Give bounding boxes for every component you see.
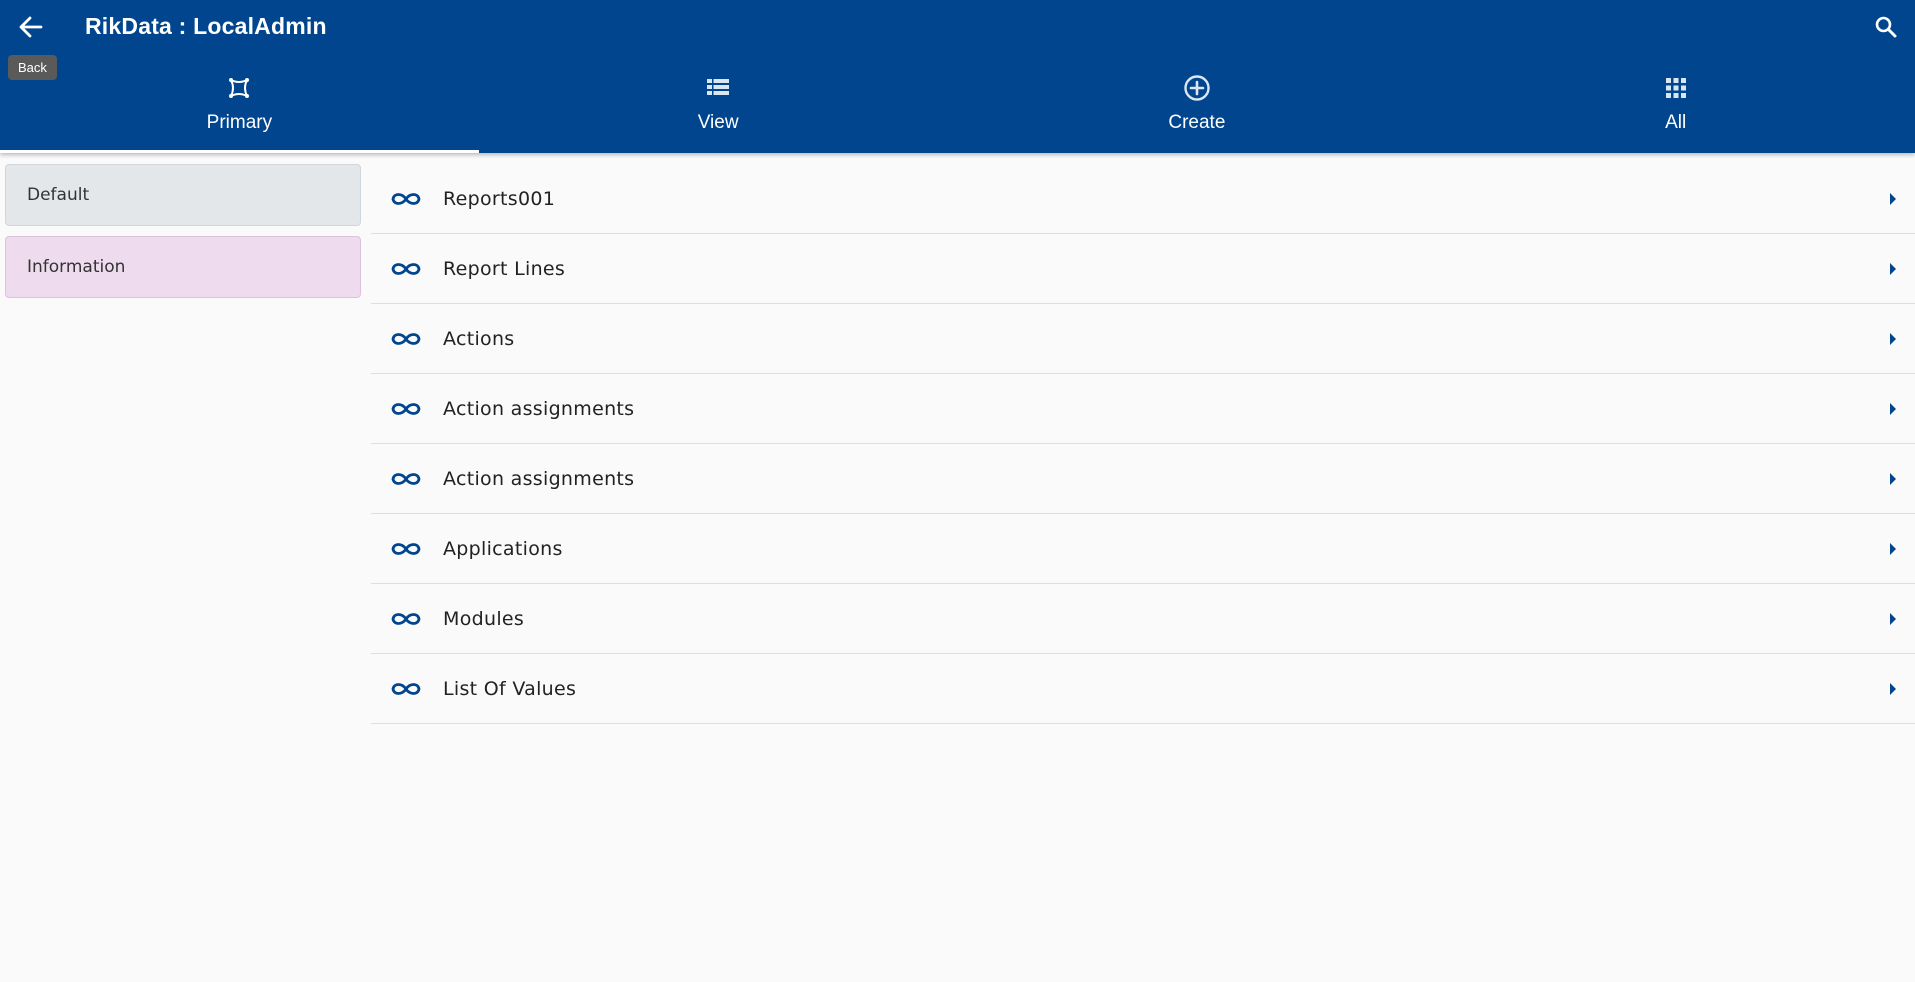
list-item[interactable]: List Of Values — [371, 654, 1915, 724]
link-icon — [391, 402, 421, 415]
app-root: RikData : LocalAdmin Back Primary View C… — [0, 0, 1915, 982]
sidebar-item-default[interactable]: Default — [5, 164, 361, 226]
link-list: Reports001 Report Lines Actions Action a… — [371, 164, 1915, 724]
tab-all[interactable]: All — [1436, 64, 1915, 153]
tab-label: Create — [1168, 112, 1226, 133]
list-item[interactable]: Reports001 — [371, 164, 1915, 234]
tab-create[interactable]: Create — [958, 64, 1437, 153]
sidebar-item-information[interactable]: Information — [5, 236, 361, 298]
chevron-right-icon — [1890, 192, 1896, 205]
list-item[interactable]: Actions — [371, 304, 1915, 374]
link-icon — [391, 262, 421, 275]
link-icon — [391, 472, 421, 485]
search-icon — [1875, 16, 1897, 38]
link-icon — [391, 332, 421, 345]
plus-circle-icon — [1184, 75, 1210, 101]
link-icon — [391, 192, 421, 205]
list-item[interactable]: Modules — [371, 584, 1915, 654]
back-button[interactable] — [14, 12, 48, 42]
list-item-label: Report Lines — [443, 257, 566, 280]
list-item-label: Reports001 — [443, 187, 556, 210]
tab-primary[interactable]: Primary — [0, 64, 479, 153]
list-item-label: Modules — [443, 607, 525, 630]
chevron-right-icon — [1890, 332, 1896, 345]
tab-label: View — [697, 112, 739, 133]
search-button[interactable] — [1869, 10, 1903, 44]
list-item-label: Action assignments — [443, 397, 635, 420]
arrow-left-icon — [19, 16, 43, 38]
chevron-right-icon — [1890, 262, 1896, 275]
chevron-right-icon — [1890, 542, 1896, 555]
list-item-label: List Of Values — [443, 677, 577, 700]
chevron-right-icon — [1890, 472, 1896, 485]
app-title: RikData : LocalAdmin — [85, 13, 327, 39]
list-item[interactable]: Action assignments — [371, 374, 1915, 444]
app-header: RikData : LocalAdmin Back Primary View C… — [0, 0, 1915, 153]
list-item[interactable]: Action assignments — [371, 444, 1915, 514]
sidebar-item-label: Information — [27, 257, 126, 277]
tab-view[interactable]: View — [479, 64, 958, 153]
chevron-right-icon — [1890, 402, 1896, 415]
grid-icon — [1665, 78, 1686, 98]
list-item[interactable]: Applications — [371, 514, 1915, 584]
link-icon — [391, 542, 421, 555]
link-icon — [391, 682, 421, 695]
primary-icon — [229, 78, 250, 98]
chevron-right-icon — [1890, 682, 1896, 695]
list-item[interactable]: Report Lines — [371, 234, 1915, 304]
list-item-label: Action assignments — [443, 467, 635, 490]
list-item-label: Applications — [443, 537, 563, 560]
sidebar-item-label: Default — [27, 185, 90, 205]
tab-label: Primary — [206, 112, 273, 133]
link-icon — [391, 612, 421, 625]
chevron-right-icon — [1890, 612, 1896, 625]
sidebar: Default Information — [5, 164, 361, 308]
tab-label: All — [1665, 112, 1687, 133]
list-item-label: Actions — [443, 327, 515, 350]
list-view-icon — [707, 79, 730, 95]
tab-bar: Primary View Create All — [0, 64, 1915, 153]
